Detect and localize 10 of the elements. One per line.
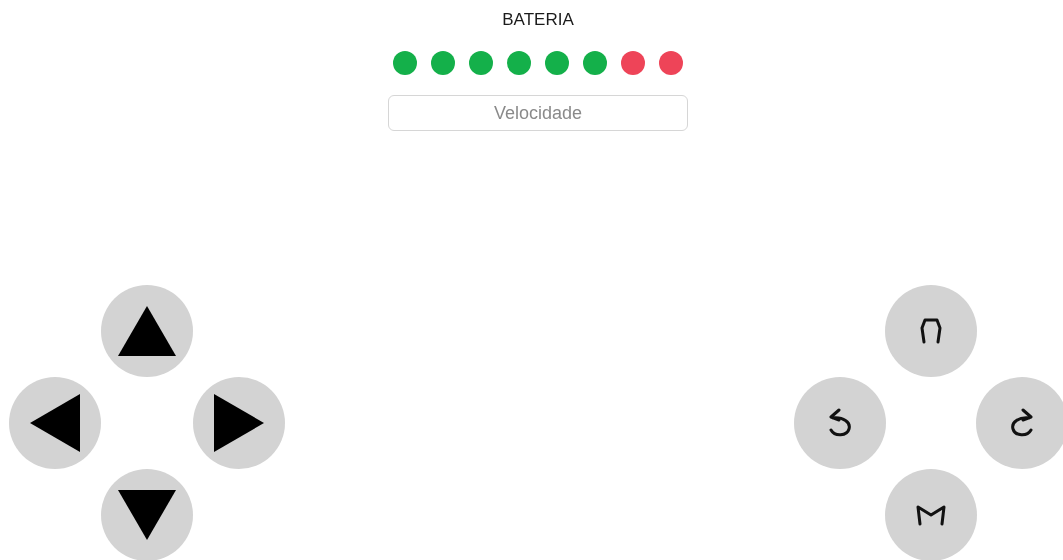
speed-field[interactable]: Velocidade — [388, 95, 688, 131]
triangle-up-icon — [118, 306, 176, 356]
arch-icon — [920, 318, 942, 344]
triangle-down-icon — [118, 490, 176, 540]
claw-icon — [916, 504, 946, 526]
triangle-right-icon — [214, 394, 264, 452]
battery-title: BATERIA — [502, 9, 574, 31]
rotate-right-icon — [1009, 408, 1035, 438]
rotate-left-icon — [827, 408, 853, 438]
triangle-left-icon — [30, 394, 80, 452]
